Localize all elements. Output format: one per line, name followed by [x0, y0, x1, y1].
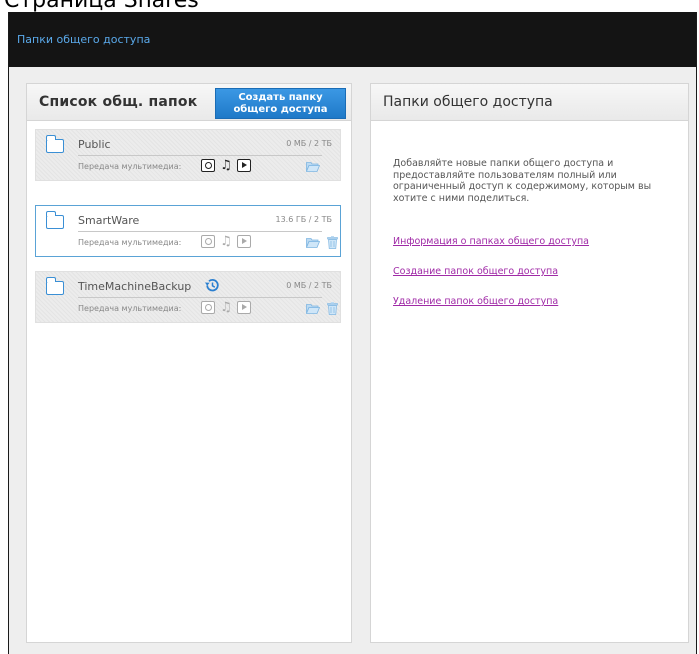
shares-list-header: Список общ. папок Создать папку общего д…: [27, 84, 351, 121]
shares-info-header: Папки общего доступа: [371, 84, 688, 121]
link-create-shares[interactable]: Создание папок общего доступа: [393, 266, 558, 277]
shares-list-title: Список общ. папок: [39, 94, 198, 110]
media-serving-label: Передача мультимедиа:: [78, 238, 182, 247]
link-about-shares[interactable]: Информация о папках общего доступа: [393, 236, 589, 247]
divider: [78, 231, 322, 232]
shares-info-panel: Папки общего доступа Добавляйте новые па…: [370, 83, 689, 643]
divider: [78, 297, 322, 298]
music-icon[interactable]: ♫: [219, 159, 233, 172]
share-row-public[interactable]: Public 0 МБ / 2 ТБ Передача мультимедиа:…: [35, 129, 341, 181]
folder-icon: [45, 211, 64, 229]
open-folder-icon[interactable]: [306, 161, 320, 172]
open-folder-icon[interactable]: [306, 303, 320, 314]
top-cut-caption: Страница Shares: [0, 0, 699, 12]
shares-description: Добавляйте новые папки общего доступа и …: [393, 158, 652, 204]
share-row-smartware[interactable]: SmartWare 13.6 ГБ / 2 ТБ Передача мульти…: [35, 205, 341, 257]
share-size: 13.6 ГБ / 2 ТБ: [275, 215, 332, 224]
divider: [78, 155, 322, 156]
music-icon[interactable]: ♫: [219, 235, 233, 248]
share-size: 0 МБ / 2 ТБ: [286, 281, 332, 290]
music-icon[interactable]: ♫: [219, 301, 233, 314]
trash-icon[interactable]: [327, 302, 338, 315]
shares-info-title: Папки общего доступа: [383, 94, 553, 110]
trash-icon[interactable]: [327, 236, 338, 249]
share-name: Public: [78, 138, 111, 151]
share-size: 0 МБ / 2 ТБ: [286, 139, 332, 148]
video-icon[interactable]: [237, 301, 251, 314]
link-delete-shares[interactable]: Удаление папок общего доступа: [393, 296, 558, 307]
media-serving-label: Передача мультимедиа:: [78, 304, 182, 313]
photo-icon[interactable]: [201, 159, 215, 172]
time-machine-icon: [205, 279, 219, 292]
folder-icon: [45, 135, 64, 153]
top-cut-text: Страница Shares: [4, 0, 199, 12]
header-bar: Папки общего доступа: [9, 12, 696, 67]
share-name: SmartWare: [78, 214, 140, 227]
app-window: Папки общего доступа Список общ. папок С…: [8, 12, 697, 654]
media-serving-label: Передача мультимедиа:: [78, 162, 182, 171]
video-icon[interactable]: [237, 159, 251, 172]
header-title[interactable]: Папки общего доступа: [17, 33, 150, 46]
folder-icon: [45, 277, 64, 295]
video-icon[interactable]: [237, 235, 251, 248]
photo-icon[interactable]: [201, 301, 215, 314]
shares-list-panel: Список общ. папок Создать папку общего д…: [26, 83, 352, 643]
open-folder-icon[interactable]: [306, 237, 320, 248]
create-share-button[interactable]: Создать папку общего доступа: [215, 88, 346, 119]
share-name: TimeMachineBackup: [78, 280, 192, 293]
share-row-timemachinebackup[interactable]: TimeMachineBackup 0 МБ / 2 ТБ Передача м…: [35, 271, 341, 323]
photo-icon[interactable]: [201, 235, 215, 248]
